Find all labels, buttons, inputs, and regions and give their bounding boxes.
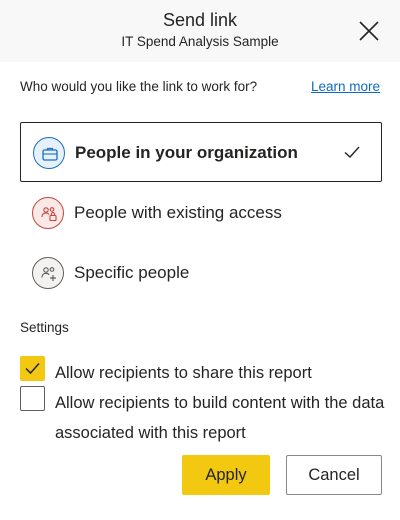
option-label: Specific people (74, 263, 190, 282)
close-icon (359, 21, 379, 41)
dialog-subtitle: IT Spend Analysis Sample (121, 34, 279, 49)
settings-heading: Settings (20, 320, 69, 335)
option-specific-people[interactable]: Specific people (20, 243, 382, 303)
option-people-in-organization[interactable]: People in your organization (20, 122, 382, 182)
learn-more-link[interactable]: Learn more (311, 79, 380, 94)
share-report-checkbox[interactable] (20, 356, 45, 381)
build-content-checkbox[interactable] (20, 386, 45, 411)
briefcase-icon (33, 137, 65, 169)
dialog-title: Send link (162, 10, 238, 30)
share-report-label: Allow recipients to share this report (55, 364, 312, 382)
cancel-button[interactable]: Cancel (286, 455, 382, 495)
checkmark-icon (344, 146, 360, 158)
people-lock-icon (32, 197, 64, 229)
option-people-with-existing-access[interactable]: People with existing access (20, 183, 382, 243)
link-audience-question: Who would you like the link to work for? (20, 79, 258, 94)
dialog-header: Send link IT Spend Analysis Sample (0, 0, 400, 62)
checkmark-icon (25, 362, 40, 375)
close-button[interactable] (354, 16, 384, 46)
option-label: People with existing access (74, 203, 282, 222)
apply-button[interactable]: Apply (182, 455, 270, 495)
people-add-icon (32, 257, 64, 289)
build-content-label: Allow recipients to build content with t… (55, 394, 385, 442)
option-label: People in your organization (75, 143, 298, 162)
